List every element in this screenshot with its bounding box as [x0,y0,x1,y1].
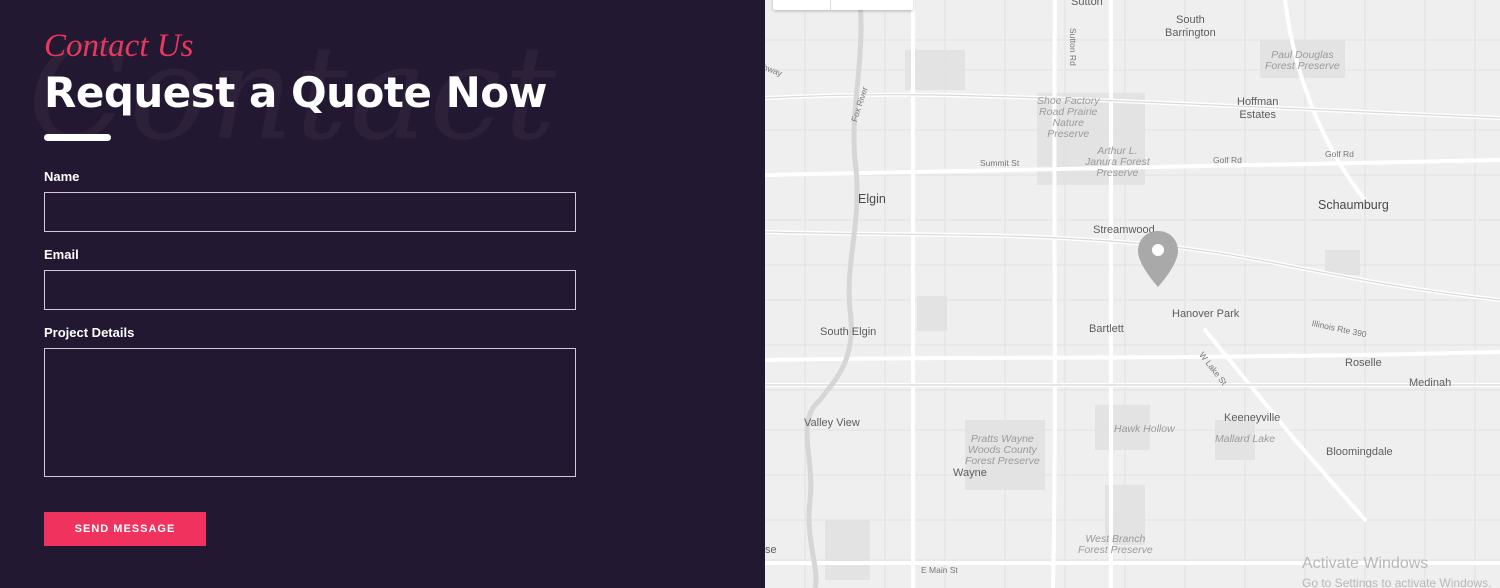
place-west-branch: West Branch Forest Preserve [1078,533,1153,556]
section-kicker: Contact Us [44,28,194,64]
place-elgin: Elgin [858,192,886,206]
name-label: Name [44,169,80,184]
road-golf-rd-1: Golf Rd [1213,155,1242,165]
place-shoe-factory: Shoe Factory Road Prairie Nature Preserv… [1037,95,1100,140]
edge-label-fragment: se [765,544,777,556]
road-sutton-rd: Sutton Rd [1068,28,1078,66]
road-summit-st: Summit St [980,158,1020,168]
place-hoffman-estates: Hoffman Estates [1237,96,1279,121]
place-south-elgin: South Elgin [820,326,877,338]
place-paul-douglas: Paul Douglas Forest Preserve [1265,49,1340,72]
place-keeneyville: Keeneyville [1224,412,1281,424]
map-type-control[interactable] [773,0,913,10]
place-wayne: Wayne [953,467,987,479]
place-arthur-janura: Arthur L. Janura Forest Preserve [1085,145,1150,179]
place-hanover-park: Hanover Park [1172,308,1240,320]
map-canvas[interactable] [765,0,1500,588]
page-title: Request a Quote Now [44,68,547,117]
send-message-button[interactable]: SEND MESSAGE [44,512,206,546]
place-schaumburg: Schaumburg [1318,198,1389,212]
place-medinah: Medinah [1409,377,1452,389]
title-highlight-text: Now [445,68,548,117]
email-field[interactable] [44,270,576,310]
place-pratts-wayne: Pratts Wayne Woods County Forest Preserv… [965,433,1040,467]
title-underline-bar [44,134,111,141]
place-hawk-hollow: Hawk Hollow [1114,423,1175,435]
project-details-field[interactable] [44,348,576,477]
place-mallard-lake: Mallard Lake [1215,433,1276,445]
map-embed[interactable]: Sutton South Barrington Paul Douglas For… [765,0,1500,588]
activate-windows-title: Activate Windows [1302,555,1429,572]
email-label: Email [44,247,79,262]
place-bartlett: Bartlett [1089,323,1124,335]
name-field[interactable] [44,192,576,232]
place-roselle: Roselle [1345,357,1382,369]
activate-windows-subtitle: Go to Settings to activate Windows. [1302,576,1492,588]
road-e-main-st: E Main St [921,565,958,575]
place-bloomingdale: Bloomingdale [1326,446,1393,458]
place-south-barrington: South Barrington [1165,14,1216,39]
title-prefix: Request a Quote [44,68,432,117]
contact-panel: Contact Contact Us Request a Quote Now N… [0,0,765,588]
place-valley-view: Valley View [804,417,860,429]
place-sutton: Sutton [1071,0,1103,8]
project-details-label: Project Details [44,325,135,340]
title-highlight: Now [445,68,548,117]
road-golf-rd-2: Golf Rd [1325,149,1354,159]
